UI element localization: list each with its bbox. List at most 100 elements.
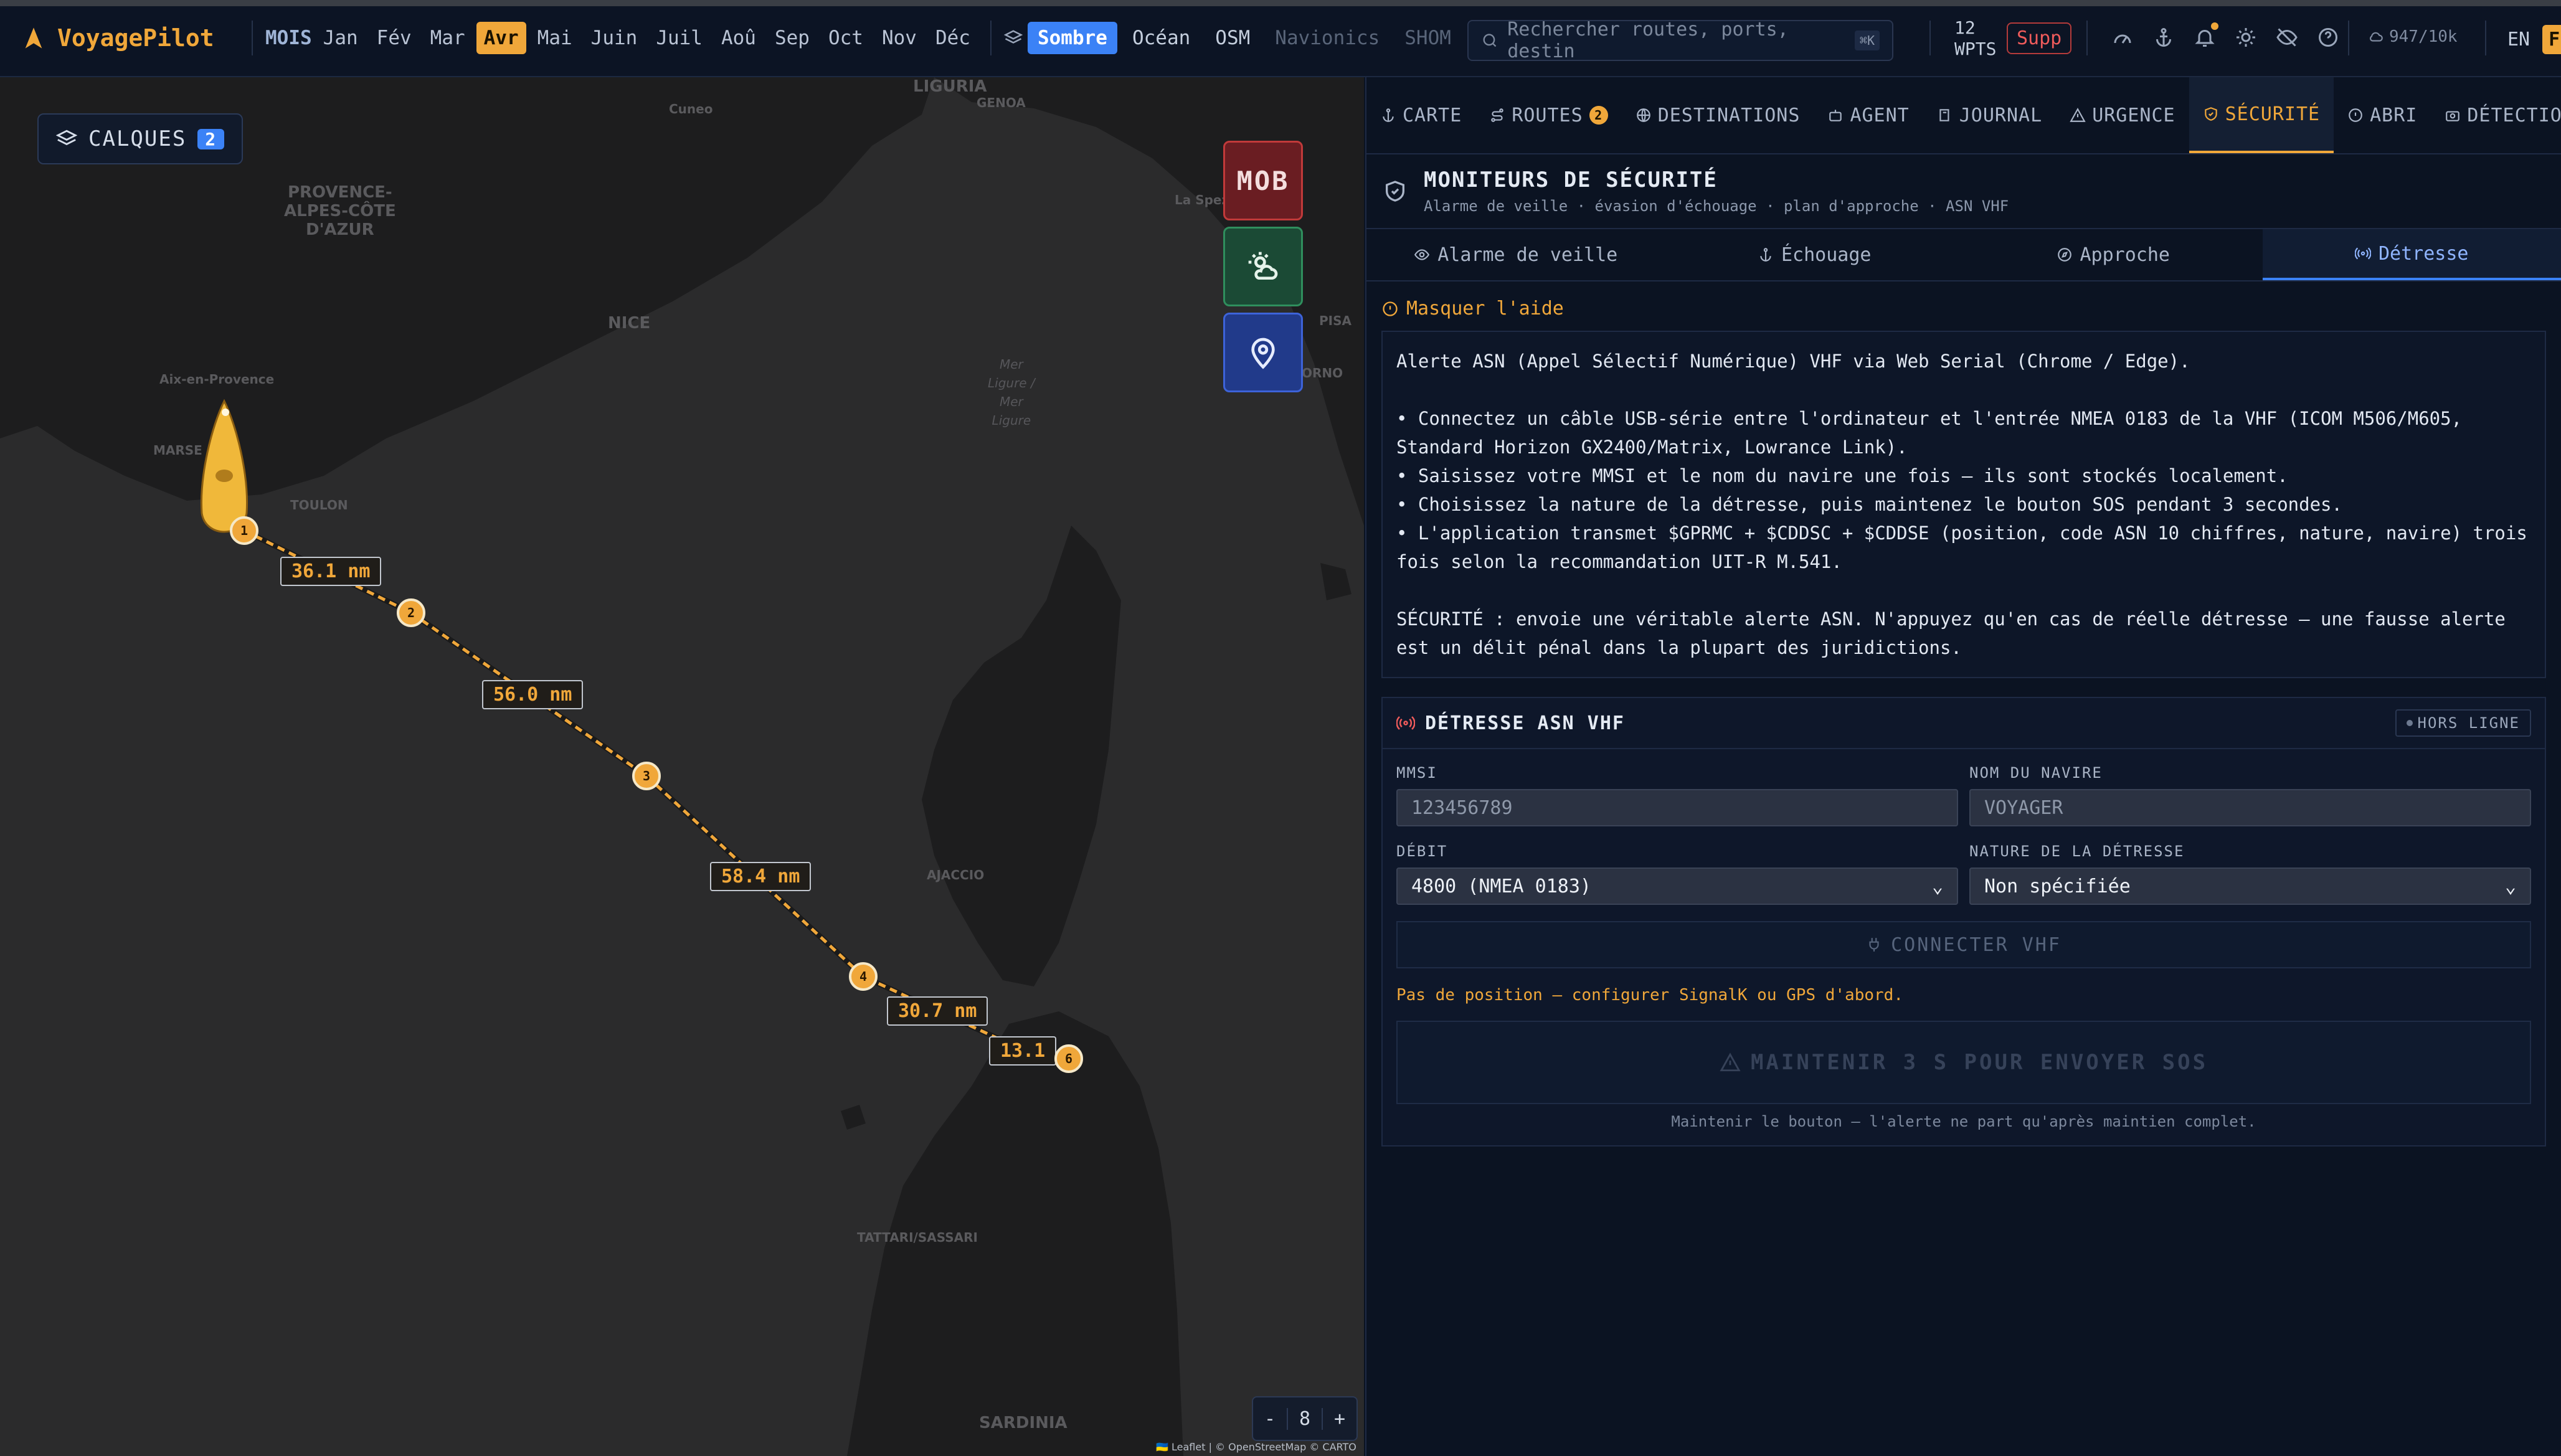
gauge-icon[interactable] — [2111, 26, 2134, 49]
tab-securite[interactable]: SÉCURITÉ — [2189, 77, 2334, 153]
waypoint-marker[interactable]: 2 — [397, 598, 425, 627]
map-label-liguria: LIGURIA — [913, 77, 987, 96]
zoom-out-button[interactable]: - — [1253, 1408, 1287, 1430]
brand[interactable]: VoyagePilot — [21, 24, 239, 52]
waypoint-counter: 12 WPTS — [1954, 17, 1996, 60]
lang-fr[interactable]: FR — [2542, 25, 2561, 54]
help-intro: Alerte ASN (Appel Sélectif Numérique) VH… — [1396, 351, 2190, 372]
map-label-pisa: PISA — [1319, 313, 1352, 328]
month-jun[interactable]: Juin — [584, 22, 645, 54]
weather-button[interactable] — [1223, 227, 1303, 306]
sun-icon[interactable] — [2235, 26, 2257, 49]
map-attribution[interactable]: 🇺🇦 Leaflet | © OpenStreetMap © CARTO — [1156, 1441, 1356, 1453]
subtab-watch-alarm[interactable]: Alarme de veille — [1366, 229, 1665, 280]
tab-journal[interactable]: JOURNAL — [1923, 77, 2056, 153]
warning-icon — [2070, 108, 2086, 122]
month-may[interactable]: Mai — [530, 22, 580, 54]
info-icon — [1383, 301, 1398, 316]
anchor-icon[interactable] — [2152, 26, 2175, 49]
mob-button[interactable]: MOB — [1223, 141, 1303, 220]
baud-select[interactable]: 4800 (NMEA 0183) ⌄ — [1396, 867, 1958, 905]
eye-off-icon[interactable] — [2276, 26, 2298, 49]
waypoint-marker[interactable]: 1 — [230, 516, 258, 545]
waypoint-marker[interactable]: 3 — [632, 762, 661, 790]
help-bullet: • Saisissez votre MMSI et le nom du navi… — [1396, 465, 2288, 486]
status-dot — [2406, 720, 2413, 726]
nature-select[interactable]: Non spécifiée ⌄ — [1969, 867, 2531, 905]
month-jul[interactable]: Juil — [648, 22, 710, 54]
tab-carte[interactable]: CARTE — [1366, 77, 1475, 153]
month-mar[interactable]: Mar — [423, 22, 473, 54]
subtab-approach[interactable]: Approche — [1964, 229, 2263, 280]
globe-icon — [1636, 108, 1650, 122]
month-jan[interactable]: Jan — [316, 22, 366, 54]
help-bullet: • L'application transmet $GPRMC + $CDDSC… — [1396, 522, 2527, 572]
basemap-ocean[interactable]: Océan — [1122, 22, 1200, 54]
vessel-name-field[interactable]: VOYAGER — [1969, 789, 2531, 826]
map-label-sardinia: SARDINIA — [979, 1414, 1067, 1432]
tab-label: URGENCE — [2092, 104, 2175, 126]
divider — [2086, 21, 2088, 55]
tab-abri[interactable]: ABRI — [2334, 77, 2431, 153]
tab-destinations[interactable]: DESTINATIONS — [1622, 77, 1814, 153]
map-pin-icon — [1251, 338, 1275, 369]
panel-tabs: CARTE ROUTES 2 DESTINATIONS AGENT JOURNAL… — [1366, 77, 2561, 154]
month-apr[interactable]: Avr — [476, 22, 526, 54]
language-switcher: EN FR — [2501, 25, 2561, 54]
subtab-grounding[interactable]: Échouage — [1665, 229, 1964, 280]
lang-en[interactable]: EN — [2501, 25, 2536, 54]
leg-distance-label: 56.0 nm — [482, 680, 584, 709]
tab-urgence[interactable]: URGENCE — [2056, 77, 2189, 153]
zoom-in-button[interactable]: + — [1323, 1408, 1356, 1430]
basemap-navionics[interactable]: Navionics — [1265, 22, 1389, 54]
zoom-level: 8 — [1287, 1407, 1323, 1430]
tab-agent[interactable]: AGENT — [1814, 77, 1923, 153]
notification-dot — [2211, 22, 2218, 30]
map-label-nice: NICE — [608, 314, 651, 333]
subtab-label: Alarme de veille — [1437, 243, 1618, 266]
cloud-sun-icon — [1248, 252, 1278, 280]
connect-vhf-button[interactable]: CONNECTER VHF — [1396, 921, 2531, 968]
tab-detection[interactable]: DÉTECTION — [2431, 77, 2561, 153]
layers-icon — [1003, 30, 1023, 44]
info-icon — [2349, 108, 2362, 122]
cloud-icon — [2370, 32, 2383, 42]
hide-help-toggle[interactable]: Masquer l'aide — [1381, 298, 2561, 319]
dsc-card-title: DÉTRESSE ASN VHF — [1425, 712, 1625, 734]
waypoint-marker[interactable]: 6 — [1054, 1044, 1083, 1073]
radio-icon — [2355, 247, 2371, 260]
month-aug[interactable]: Aoû — [714, 22, 764, 54]
chevron-down-icon: ⌄ — [2504, 875, 2516, 897]
leg-distance-label: 58.4 nm — [710, 862, 812, 891]
tab-label: CARTE — [1403, 104, 1462, 126]
camera-icon — [2446, 111, 2460, 121]
sos-label: MAINTENIR 3 S POUR ENVOYER SOS — [1750, 1050, 2208, 1075]
sos-hold-button[interactable]: MAINTENIR 3 S POUR ENVOYER SOS — [1396, 1021, 2531, 1104]
chevron-down-icon: ⌄ — [1931, 875, 1943, 897]
month-feb[interactable]: Fév — [369, 22, 419, 54]
subtab-distress[interactable]: Détresse — [2262, 229, 2561, 280]
mmsi-field[interactable]: 123456789 — [1396, 789, 1958, 826]
map-label-marseille: MARSE — [153, 443, 202, 458]
month-nov[interactable]: Nov — [874, 22, 924, 54]
leg-distance-label: 36.1 nm — [280, 557, 382, 586]
map-label-orno: ORNO — [1302, 366, 1343, 381]
help-icon[interactable] — [2317, 26, 2339, 49]
basemap-dark[interactable]: Sombre — [1027, 22, 1117, 54]
map-view[interactable]: LIGURIA GENOA Cuneo PROVENCE- ALPES-CÔTE… — [0, 77, 1364, 1456]
search-input[interactable]: Rechercher routes, ports, destin ⌘K — [1467, 19, 1893, 62]
locate-button[interactable] — [1223, 313, 1303, 392]
tab-routes[interactable]: ROUTES 2 — [1475, 77, 1621, 153]
map-label-provence: PROVENCE- ALPES-CÔTE D'AZUR — [284, 183, 396, 239]
tab-label: ABRI — [2370, 104, 2418, 126]
baud-value: 4800 (NMEA 0183) — [1411, 875, 1591, 897]
basemap-osm[interactable]: OSM — [1205, 22, 1260, 54]
month-dec[interactable]: Déc — [928, 22, 978, 54]
layers-button[interactable]: CALQUES 2 — [37, 113, 244, 164]
month-sep[interactable]: Sep — [767, 22, 817, 54]
waypoint-marker[interactable]: 4 — [849, 962, 878, 991]
basemap-shom[interactable]: SHOM — [1394, 22, 1461, 54]
delete-button[interactable]: Supp — [2007, 22, 2072, 54]
bell-icon[interactable] — [2194, 22, 2218, 49]
month-oct[interactable]: Oct — [821, 22, 871, 54]
